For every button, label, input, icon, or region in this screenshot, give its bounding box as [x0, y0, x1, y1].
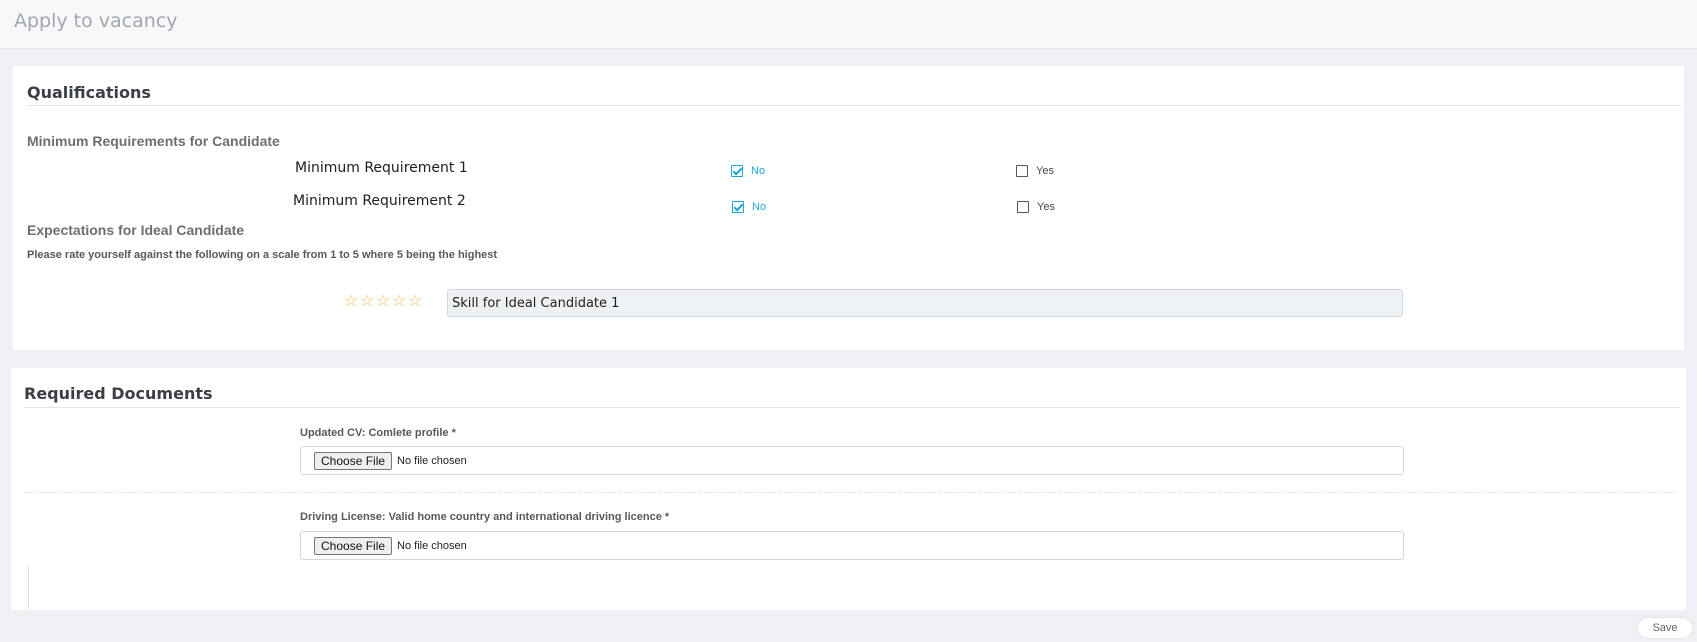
star-outline-icon[interactable]: ☆: [359, 294, 375, 310]
star-outline-icon[interactable]: ☆: [407, 294, 423, 310]
file-status: No file chosen: [397, 454, 467, 467]
choose-file-button[interactable]: Choose File: [314, 451, 393, 470]
qualifications-title: Qualifications: [27, 83, 151, 102]
expectations-heading: Expectations for Ideal Candidate: [27, 222, 245, 238]
cv-file-input[interactable]: Choose File No file chosen: [300, 446, 1404, 475]
file-status: No file chosen: [397, 539, 467, 552]
top-bar: Apply to vacancy: [0, 0, 1697, 49]
checkbox-checked-icon[interactable]: [731, 165, 743, 177]
checkbox-icon[interactable]: [1016, 165, 1028, 177]
star-outline-icon[interactable]: ☆: [343, 294, 359, 310]
star-outline-icon[interactable]: ☆: [391, 294, 407, 310]
requirement-2-yes-option[interactable]: Yes: [1017, 201, 1055, 213]
document-label: Updated CV: Comlete profile *: [300, 427, 456, 439]
requirement-1-yes-option[interactable]: Yes: [1016, 165, 1054, 177]
save-button[interactable]: Save: [1637, 617, 1693, 639]
document-label: Driving License: Valid home country and …: [300, 511, 670, 523]
qualifications-divider: [27, 105, 1681, 106]
requirement-label: Minimum Requirement 2: [293, 193, 466, 209]
checkbox-icon[interactable]: [1017, 201, 1029, 213]
requirement-1-no-option[interactable]: No: [731, 165, 765, 177]
document-separator: [24, 492, 1676, 493]
checkbox-checked-icon[interactable]: [732, 201, 744, 213]
rating-instructions: Please rate yourself against the followi…: [27, 249, 498, 261]
documents-title: Required Documents: [24, 384, 213, 403]
option-label-yes: Yes: [1036, 165, 1054, 177]
option-label-no: No: [751, 165, 766, 177]
documents-card: [11, 368, 1686, 610]
documents-divider: [24, 407, 1680, 408]
star-rating[interactable]: ☆ ☆ ☆ ☆ ☆: [343, 294, 423, 310]
requirement-2-no-option[interactable]: No: [732, 201, 766, 213]
requirement-label: Minimum Requirement 1: [295, 160, 468, 176]
page-title: Apply to vacancy: [14, 10, 178, 32]
option-label-no: No: [752, 201, 767, 213]
star-outline-icon[interactable]: ☆: [375, 294, 391, 310]
minimum-requirements-heading: Minimum Requirements for Candidate: [27, 133, 280, 149]
option-label-yes: Yes: [1037, 201, 1055, 213]
driving-license-file-input[interactable]: Choose File No file chosen: [300, 531, 1404, 560]
choose-file-button[interactable]: Choose File: [314, 536, 393, 555]
left-border-line: [28, 566, 29, 609]
skill-field: Skill for Ideal Candidate 1: [447, 289, 1403, 317]
